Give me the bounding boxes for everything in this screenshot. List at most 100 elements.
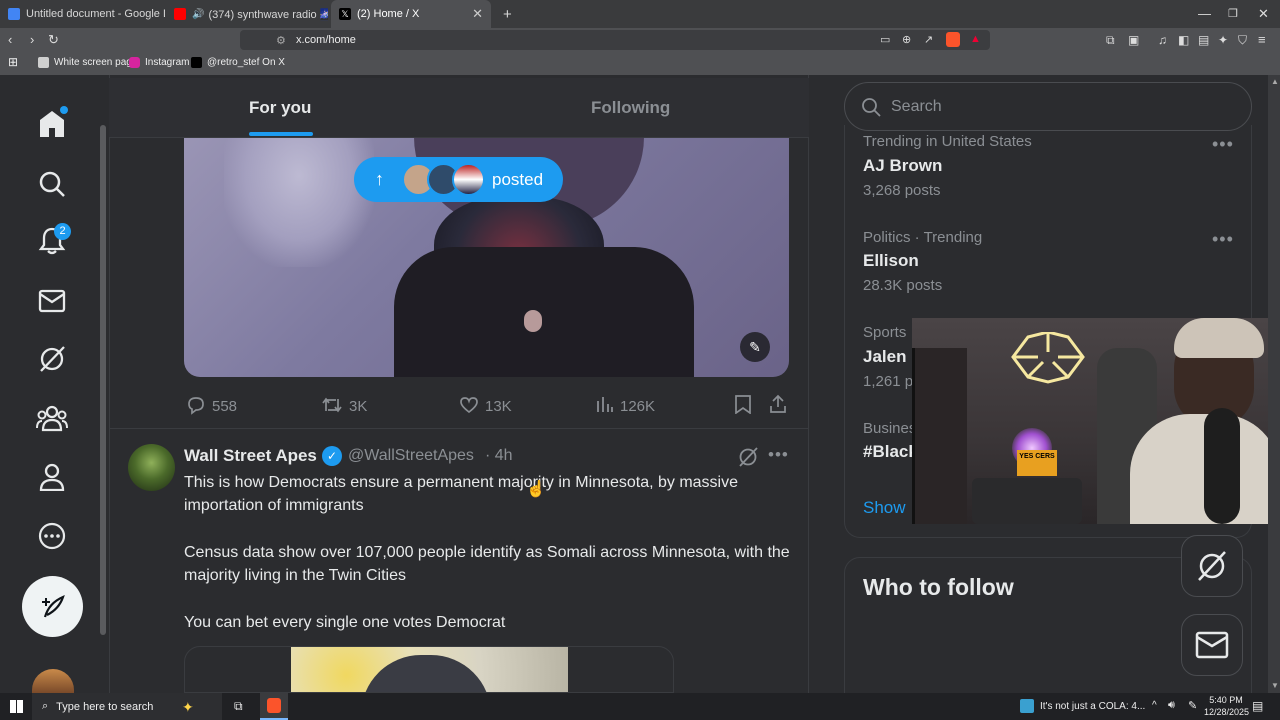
bookmark-button[interactable]: [734, 394, 758, 414]
home-icon[interactable]: [34, 106, 70, 142]
author-name[interactable]: Wall Street Apes: [184, 446, 317, 466]
menu-icon[interactable]: ≡: [1258, 33, 1266, 47]
messages-floating-button[interactable]: [1181, 614, 1243, 676]
scroll-down-icon[interactable]: ▼: [1271, 681, 1279, 690]
tab-youtube[interactable]: 🔊 (374) synthwave radio 🌌 beats t: [166, 0, 329, 28]
restore-icon[interactable]: ❐: [1228, 7, 1238, 21]
bookmark-white-screen[interactable]: White screen page: [38, 57, 137, 68]
address-bar[interactable]: ⚙ x.com/home ▭ ⊕ ↗ ▲: [240, 30, 990, 50]
zoom-icon[interactable]: ⊕: [902, 33, 911, 46]
active-tab-indicator: [249, 132, 313, 136]
brave-shield-icon[interactable]: [946, 32, 960, 47]
trend-more-icon[interactable]: •••: [1212, 229, 1234, 250]
tab-for-you[interactable]: For you: [249, 98, 311, 118]
minimize-icon[interactable]: —: [1198, 7, 1211, 21]
edit-image-icon[interactable]: ✎: [740, 332, 770, 362]
repost-button[interactable]: 3K: [321, 394, 367, 415]
person-head-shape: [361, 655, 491, 692]
tab-title: (374) synthwave radio 🌌 beats t: [208, 8, 329, 21]
grok-icon[interactable]: [34, 341, 70, 377]
reload-icon[interactable]: ↻: [48, 33, 59, 47]
close-window-icon[interactable]: ✕: [1258, 7, 1269, 21]
brave-taskbar-button[interactable]: [260, 693, 288, 720]
speaker-icon: 🔊: [192, 8, 205, 20]
taskbar-search[interactable]: ⌕ Type here to search ✦: [32, 693, 222, 720]
account-avatar[interactable]: [32, 669, 74, 693]
pen-icon[interactable]: ✎: [1188, 699, 1197, 712]
mouse-cursor: ☝: [526, 481, 546, 498]
post-text: You can bet every single one votes Democ…: [184, 614, 506, 631]
like-button[interactable]: 13K: [459, 394, 512, 415]
trend-name[interactable]: AJ Brown: [863, 156, 942, 176]
messages-icon[interactable]: [34, 283, 70, 319]
trend-name[interactable]: Ellison: [863, 251, 919, 271]
post-time[interactable]: · 4h: [485, 447, 513, 465]
trend-more-icon[interactable]: •••: [1212, 134, 1234, 155]
grok-floating-button[interactable]: [1181, 535, 1243, 597]
clock[interactable]: 5:40 PM 12/28/2025: [1204, 694, 1250, 718]
news-ticker[interactable]: It's not just a COLA: 4...: [1040, 701, 1145, 712]
trend-meta: Sports: [863, 324, 907, 341]
close-tab-icon[interactable]: ✕: [472, 6, 483, 22]
reply-button[interactable]: 558: [186, 394, 237, 415]
notification-center-icon[interactable]: ▤: [1252, 699, 1263, 713]
author-avatar[interactable]: [128, 444, 175, 491]
vpn-icon[interactable]: ⛉: [1238, 33, 1247, 47]
more-options-icon[interactable]: •••: [768, 445, 789, 465]
cast-icon[interactable]: ▭: [880, 33, 890, 46]
capitol-dome-shape: [224, 137, 374, 267]
wallet-icon[interactable]: ▤: [1198, 33, 1209, 47]
new-tab-button[interactable]: +: [495, 0, 515, 28]
trend-meta: Busines: [863, 420, 917, 437]
trend-name[interactable]: #Black: [863, 442, 918, 462]
search-icon[interactable]: [34, 166, 70, 202]
extensions-icon[interactable]: ⧉: [1106, 33, 1115, 47]
bookmark-instagram[interactable]: Instagram: [129, 57, 189, 68]
new-posts-pill[interactable]: ↑ posted: [354, 157, 563, 202]
show-more-link[interactable]: Show: [863, 498, 906, 518]
views-button[interactable]: 126K: [596, 394, 655, 415]
more-icon[interactable]: [34, 518, 70, 554]
pin-shape: [524, 310, 542, 332]
search-box[interactable]: Search: [844, 82, 1252, 131]
sparkle-icon: ✦: [182, 699, 194, 715]
profile-icon[interactable]: [34, 459, 70, 495]
jacket-shape: [394, 247, 694, 377]
page-scrollbar[interactable]: ▲ ▼: [1268, 75, 1280, 693]
music-icon[interactable]: ♫: [1158, 33, 1167, 47]
leo-icon[interactable]: ✦: [1218, 33, 1228, 47]
bookmark-label: White screen page: [54, 57, 138, 68]
tab-following[interactable]: Following: [591, 98, 670, 118]
forward-icon[interactable]: ›: [30, 33, 34, 47]
sidebar-icon[interactable]: ◧: [1178, 33, 1189, 47]
who-to-follow-heading: Who to follow: [863, 574, 1014, 600]
clock-date: 12/28/2025: [1204, 707, 1250, 717]
share-icon[interactable]: ↗: [924, 33, 933, 46]
docs-icon: [8, 8, 20, 20]
brave-rewards-icon[interactable]: ▲: [970, 33, 981, 45]
apps-grid-icon[interactable]: ⊞: [8, 55, 18, 69]
heart-icon: [460, 396, 478, 413]
author-handle[interactable]: @WallStreetApes: [348, 447, 474, 465]
grok-post-icon[interactable]: [737, 446, 759, 473]
screenshot-icon[interactable]: ▣: [1128, 33, 1139, 47]
tray-chevron-icon[interactable]: ^: [1152, 700, 1157, 711]
bookmark-retro-stef[interactable]: @retro_stef On X: [191, 57, 285, 68]
back-icon[interactable]: ‹: [8, 33, 12, 47]
left-scrollbar[interactable]: [100, 125, 106, 635]
tab-x-home[interactable]: 𝕏 (2) Home / X ✕: [331, 0, 491, 28]
scroll-up-icon[interactable]: ▲: [1271, 77, 1279, 86]
trend-name[interactable]: Jalen: [863, 347, 906, 367]
share-post-button[interactable]: [768, 394, 794, 414]
notifications-icon[interactable]: 2: [34, 223, 71, 259]
volume-icon[interactable]: 🔊︎: [1168, 699, 1175, 712]
post-media-image[interactable]: [184, 646, 674, 693]
windows-start-icon[interactable]: [10, 700, 23, 713]
tab-google-docs[interactable]: Untitled document - Google Docs: [0, 0, 165, 28]
task-view-icon[interactable]: ⧉: [234, 699, 243, 714]
views-icon: [597, 396, 613, 412]
search-placeholder: Search: [891, 97, 942, 115]
site-info-icon[interactable]: ⚙: [276, 34, 286, 47]
compose-post-button[interactable]: [22, 576, 83, 637]
communities-icon[interactable]: [34, 400, 70, 436]
